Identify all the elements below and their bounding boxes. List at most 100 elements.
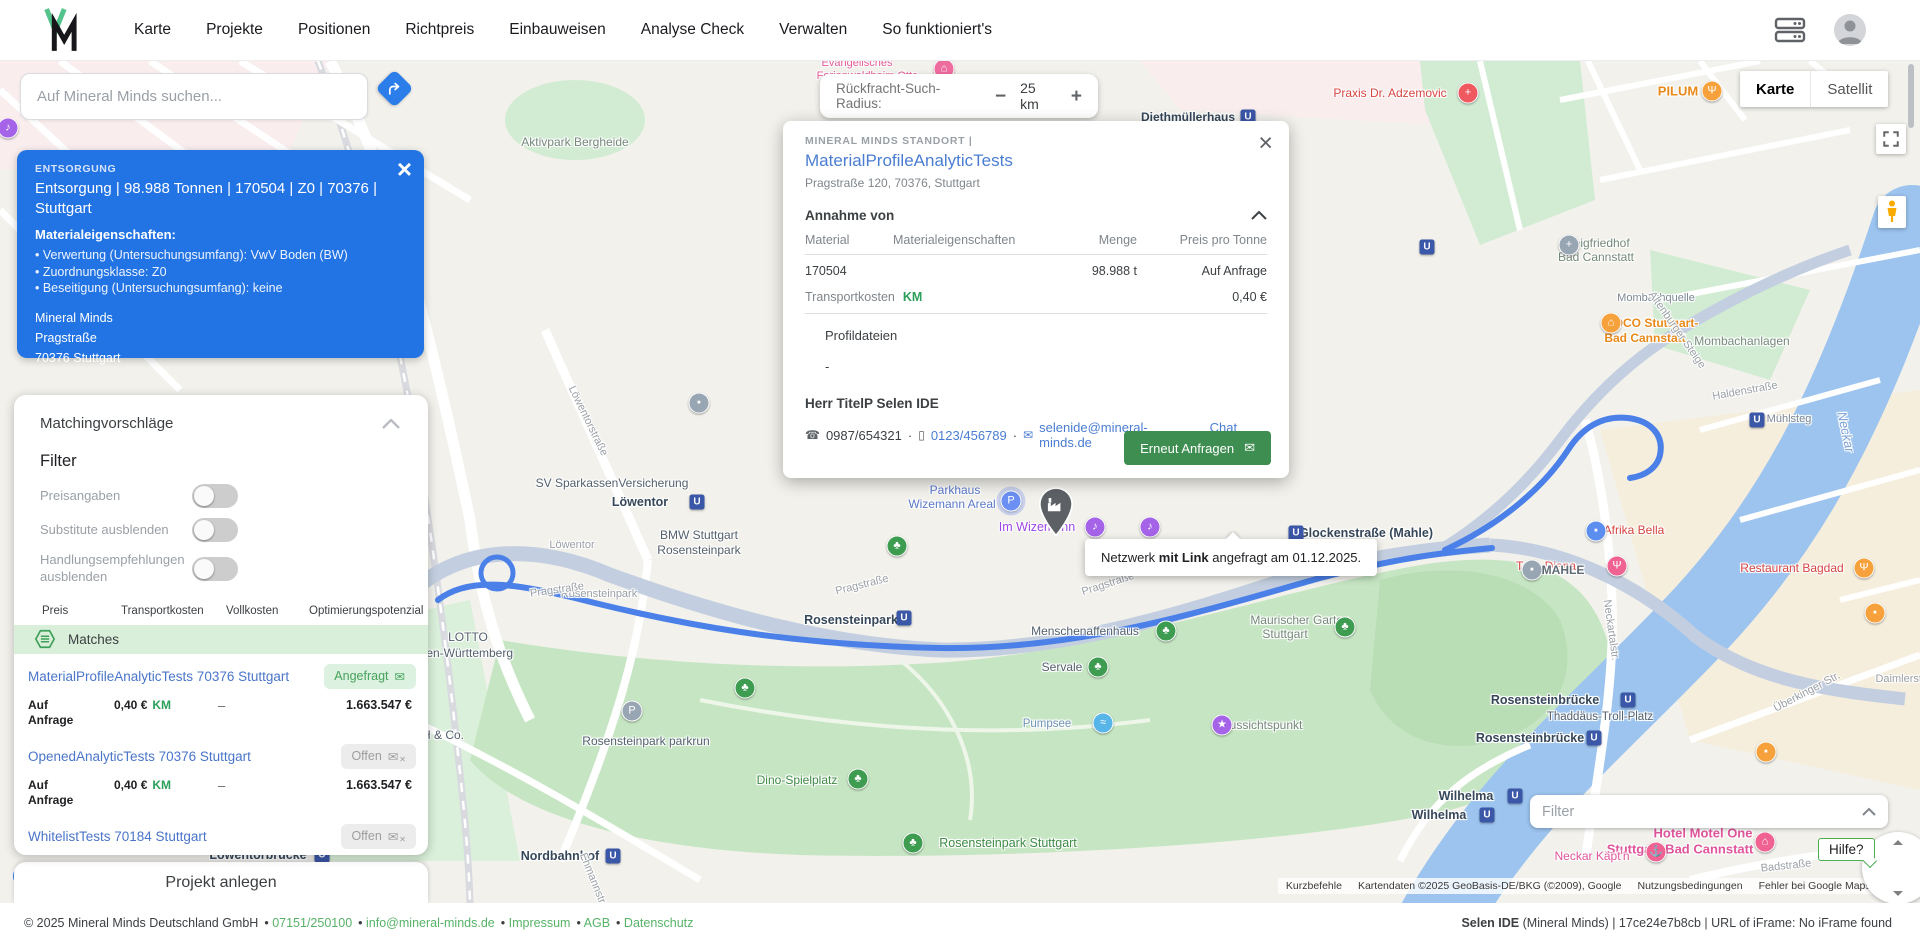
map-poi-icon[interactable]: +	[1559, 235, 1580, 256]
footer-link[interactable]: Datenschutz	[624, 916, 693, 930]
pan-up-icon[interactable]	[1893, 840, 1903, 845]
collapse-chevron-icon[interactable]	[382, 419, 400, 429]
matches-title: Matches	[68, 632, 119, 647]
toggle-switch[interactable]	[192, 557, 238, 581]
attribution-item[interactable]: Kartendaten ©2025 GeoBasis-DE/BKG (©2009…	[1358, 880, 1622, 892]
match-status-badge[interactable]: Angefragt ✉	[324, 664, 416, 689]
attribution-item[interactable]: Kurzbefehle	[1286, 880, 1342, 892]
section-collapse-icon[interactable]	[1251, 211, 1267, 220]
match-optimierung: 1.663.547 €	[280, 778, 416, 792]
map-poi-icon[interactable]: ♣	[903, 833, 924, 854]
nav-item[interactable]: Richtpreis	[405, 21, 474, 39]
popup-close-icon[interactable]: ×	[1258, 131, 1273, 156]
map-poi-icon[interactable]: ♣	[848, 769, 869, 790]
nav-item[interactable]: Karte	[134, 21, 171, 39]
pan-down-icon[interactable]	[1893, 891, 1903, 896]
request-again-button[interactable]: Erneut Anfragen ✉	[1124, 431, 1271, 465]
map-poi-icon[interactable]: ▪	[689, 393, 710, 414]
email-icon: ✉	[1023, 428, 1033, 442]
map-poi-icon[interactable]: ♣	[735, 678, 756, 699]
map-scrollbar[interactable]	[1908, 64, 1914, 128]
map-poi-icon[interactable]: ♣	[1156, 621, 1177, 642]
map-poi-icon[interactable]: ▪	[1865, 603, 1886, 624]
match-price: Auf Anfrage	[28, 778, 80, 808]
map-label: BMW Stuttgart	[660, 528, 738, 542]
nav-item[interactable]: Einbauweisen	[509, 21, 606, 39]
map-poi-icon[interactable]: U	[1480, 808, 1495, 823]
matches-section-header[interactable]: Matches	[14, 625, 428, 654]
map-poi-icon[interactable]: U	[1750, 413, 1765, 428]
toggle-switch[interactable]	[192, 484, 238, 508]
factory-location-pin[interactable]	[1038, 487, 1074, 537]
radius-plus-button[interactable]: +	[1071, 87, 1082, 106]
map-poi-icon[interactable]: ⌂	[1601, 313, 1622, 334]
toggle-switch[interactable]	[192, 518, 238, 542]
match-link[interactable]: WhitelistTests 70184 Stuttgart	[28, 829, 207, 844]
help-button[interactable]: Hilfe?	[1818, 838, 1875, 861]
pegman-control[interactable]	[1878, 196, 1906, 228]
map-poi-icon[interactable]: ⚓	[1646, 842, 1667, 863]
radius-minus-button[interactable]: −	[995, 87, 1006, 106]
map-poi-icon[interactable]: ▪	[1586, 521, 1607, 542]
nav-item[interactable]: Projekte	[206, 21, 263, 39]
map-poi-icon[interactable]: P	[622, 701, 643, 722]
map-poi-icon[interactable]: U	[897, 611, 912, 626]
popup-title-link[interactable]: MaterialProfileAnalyticTests	[805, 151, 1267, 171]
map-poi-icon[interactable]: ♪	[1085, 517, 1106, 538]
attribution-item[interactable]: Nutzungsbedingungen	[1637, 880, 1742, 892]
nav-item[interactable]: Analyse Check	[641, 21, 744, 39]
help-label: Hilfe?	[1829, 842, 1864, 857]
map-label: Löwentor	[612, 495, 668, 509]
map-poi-icon[interactable]: U	[1420, 240, 1435, 255]
footer-ide-name: Selen IDE	[1461, 916, 1519, 930]
nav-item[interactable]: So funktioniert's	[882, 21, 992, 39]
map-poi-icon[interactable]: Ψ	[1607, 556, 1628, 577]
map-poi-icon[interactable]: ≈	[1093, 713, 1114, 734]
map-poi-icon[interactable]: U	[1587, 731, 1602, 746]
map-poi-icon[interactable]: P	[1001, 491, 1022, 512]
map-poi-icon[interactable]: ♪	[1140, 517, 1161, 538]
map-filter-input[interactable]	[1542, 804, 1862, 820]
search-input[interactable]	[21, 88, 367, 105]
create-project-button[interactable]: Projekt anlegen	[165, 874, 276, 891]
map-type-karte[interactable]: Karte	[1740, 71, 1810, 107]
match-status-badge[interactable]: Offen ✉ ✕	[341, 824, 416, 849]
footer-link[interactable]: 07151/250100	[272, 916, 352, 930]
nav-item[interactable]: Positionen	[298, 21, 370, 39]
server-list-icon[interactable]	[1774, 16, 1806, 44]
map-poi-icon[interactable]: ♣	[1088, 657, 1109, 678]
map-label: Afrika Bella	[1604, 523, 1665, 537]
match-status-badge[interactable]: Offen ✉ ✕	[341, 744, 416, 769]
footer-link[interactable]: Impressum	[509, 916, 571, 930]
footer-link[interactable]: info@mineral-minds.de	[366, 916, 495, 930]
map-poi-icon[interactable]: ♣	[887, 536, 908, 557]
request-status-tooltip: Netzwerk mit Link angefragt am 01.12.202…	[1085, 539, 1377, 576]
match-link[interactable]: MaterialProfileAnalyticTests 70376 Stutt…	[28, 669, 289, 684]
map-type-satellit[interactable]: Satellit	[1810, 71, 1888, 107]
map-poi-icon[interactable]: Ψ	[1854, 558, 1875, 579]
match-link[interactable]: OpenedAnalyticTests 70376 Stuttgart	[28, 749, 251, 764]
map-poi-icon[interactable]: Ψ	[1702, 81, 1723, 102]
map-label: Daimlerstraße	[1875, 673, 1920, 685]
footer-link[interactable]: AGB	[584, 916, 610, 930]
user-avatar[interactable]	[1834, 14, 1866, 46]
nav-menu: Karte Projekte Positionen Richtpreis Einbauw…	[134, 21, 992, 39]
fullscreen-button[interactable]	[1876, 124, 1906, 154]
map-poi-icon[interactable]: U	[1621, 693, 1636, 708]
map-poi-icon[interactable]: ⌂	[1755, 832, 1776, 853]
chevron-up-icon[interactable]	[1862, 807, 1876, 816]
map-poi-icon[interactable]: +	[1458, 83, 1479, 104]
map-poi-icon[interactable]: ▪	[1522, 560, 1543, 581]
nav-item[interactable]: Verwalten	[779, 21, 847, 39]
close-icon[interactable]: ×	[397, 156, 412, 182]
map-label: Stuttgart	[1262, 627, 1307, 641]
map-poi-icon[interactable]: ▪	[1756, 742, 1777, 763]
map-poi-icon[interactable]: U	[690, 495, 705, 510]
matching-title: Matchingvorschläge	[40, 415, 173, 432]
map-poi-icon[interactable]: U	[606, 849, 621, 864]
map-poi-icon[interactable]: ★	[1212, 715, 1233, 736]
mobile-number-link[interactable]: 0123/456789	[931, 428, 1007, 443]
map-poi-icon[interactable]: ♣	[1335, 617, 1356, 638]
contact-name: Herr TitelP Selen IDE	[805, 396, 1267, 411]
map-poi-icon[interactable]: U	[1508, 789, 1523, 804]
